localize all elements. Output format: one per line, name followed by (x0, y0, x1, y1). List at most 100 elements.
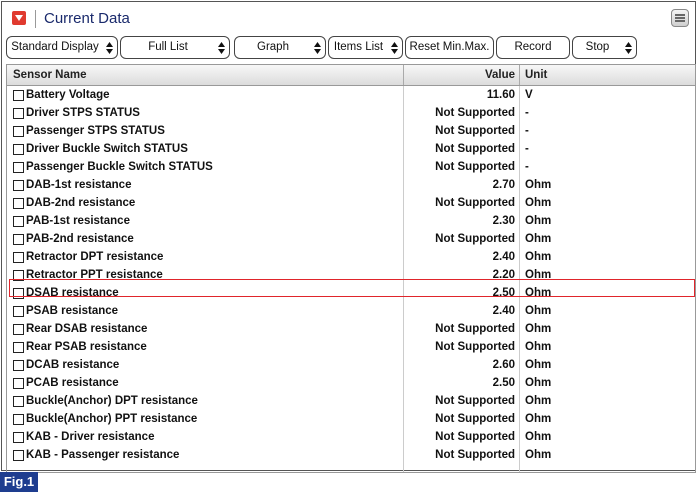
sensor-value: 2.40 (492, 251, 515, 263)
sensor-unit: Ohm (525, 233, 552, 245)
sensor-value: Not Supported (435, 395, 515, 407)
checkbox-icon[interactable] (13, 198, 24, 209)
sensor-name: PCAB resistance (26, 377, 119, 389)
sensor-value: Not Supported (435, 341, 515, 353)
table-row[interactable]: Buckle(Anchor) PPT resistance Not Support… (7, 410, 695, 428)
checkbox-icon[interactable] (13, 108, 24, 119)
checkbox-icon[interactable] (13, 126, 24, 137)
table-row[interactable]: Battery Voltage 11.60 V (7, 86, 695, 104)
sensor-unit: Ohm (525, 431, 552, 443)
table-row[interactable]: PAB-1st resistance 2.30 Ohm (7, 212, 695, 230)
sensor-unit: V (525, 89, 533, 101)
stop-dropdown[interactable]: Stop (572, 36, 637, 59)
figure-label: Fig.1 (0, 472, 38, 492)
checkbox-icon[interactable] (13, 234, 24, 245)
sensor-name: Rear PSAB resistance (26, 341, 147, 353)
checkbox-icon[interactable] (13, 450, 24, 461)
table-row[interactable]: Buckle(Anchor) DPT resistance Not Support… (7, 392, 695, 410)
sensor-value: 2.60 (492, 359, 515, 371)
button-label: Items List (333, 41, 384, 53)
sensor-name: DAB-1st resistance (26, 179, 132, 191)
graph-dropdown[interactable]: Graph (234, 36, 326, 59)
table-row[interactable]: PSAB resistance 2.40 Ohm (7, 302, 695, 320)
sensor-name: Battery Voltage (26, 89, 110, 101)
title-divider (35, 10, 36, 28)
checkbox-icon[interactable] (13, 396, 24, 407)
table-header: Sensor Name Value Unit (7, 65, 695, 86)
checkbox-icon[interactable] (13, 144, 24, 155)
items-list-dropdown[interactable]: Items List (328, 36, 403, 59)
table-row[interactable]: DAB-2nd resistance Not Supported Ohm (7, 194, 695, 212)
checkbox-icon[interactable] (13, 90, 24, 101)
sensor-name: Rear DSAB resistance (26, 323, 148, 335)
sensor-value: 2.40 (492, 305, 515, 317)
standard-display-dropdown[interactable]: Standard Display (6, 36, 118, 59)
table-row[interactable]: Passenger Buckle Switch STATUS Not Suppor… (7, 158, 695, 176)
button-label: Stop (585, 41, 610, 53)
sensor-name: Passenger Buckle Switch STATUS (26, 161, 213, 173)
button-label: Standard Display (11, 41, 99, 53)
full-list-dropdown[interactable]: Full List (120, 36, 230, 59)
sensor-value: Not Supported (435, 125, 515, 137)
sensor-unit: Ohm (525, 179, 552, 191)
checkbox-icon[interactable] (13, 342, 24, 353)
checkbox-icon[interactable] (13, 180, 24, 191)
button-label: Full List (148, 41, 188, 53)
column-divider[interactable] (519, 65, 520, 85)
checkbox-icon[interactable] (13, 252, 24, 263)
toolbar: Standard Display Full List Graph Items L… (6, 36, 696, 60)
record-button[interactable]: Record (496, 36, 570, 59)
updown-arrow-icon (391, 42, 398, 54)
column-header-sensor-name[interactable]: Sensor Name (13, 65, 87, 85)
sensor-value: 11.60 (486, 89, 515, 101)
updown-arrow-icon (106, 42, 113, 54)
sensor-value: Not Supported (435, 431, 515, 443)
table-row[interactable]: KAB - Driver resistance Not Supported Ohm (7, 428, 695, 446)
highlighted-row-frame (9, 279, 695, 297)
column-header-unit[interactable]: Unit (525, 65, 547, 85)
sensor-value: Not Supported (435, 143, 515, 155)
button-label: Reset Min.Max. (409, 41, 490, 53)
column-divider[interactable] (403, 65, 404, 85)
table-row[interactable]: Rear DSAB resistance Not Supported Ohm (7, 320, 695, 338)
table-row[interactable]: Retractor DPT resistance 2.40 Ohm (7, 248, 695, 266)
sensor-unit: - (525, 125, 529, 137)
table-row[interactable]: Driver Buckle Switch STATUS Not Supported… (7, 140, 695, 158)
sensor-value: Not Supported (435, 233, 515, 245)
menu-list-icon[interactable] (671, 9, 689, 27)
sensor-value: Not Supported (435, 107, 515, 119)
sensor-name: PAB-2nd resistance (26, 233, 134, 245)
table-row[interactable]: Passenger STPS STATUS Not Supported - (7, 122, 695, 140)
table-row[interactable]: Driver STPS STATUS Not Supported - (7, 104, 695, 122)
button-label: Graph (257, 41, 289, 53)
table-row[interactable]: Rear PSAB resistance Not Supported Ohm (7, 338, 695, 356)
sensor-unit: Ohm (525, 197, 552, 209)
checkbox-icon[interactable] (13, 360, 24, 371)
table-row[interactable]: DAB-1st resistance 2.70 Ohm (7, 176, 695, 194)
table-row[interactable]: DCAB resistance 2.60 Ohm (7, 356, 695, 374)
checkbox-icon[interactable] (13, 324, 24, 335)
checkbox-icon[interactable] (13, 414, 24, 425)
sensor-unit: - (525, 107, 529, 119)
checkbox-icon[interactable] (13, 216, 24, 227)
reset-min-max-button[interactable]: Reset Min.Max. (405, 36, 494, 59)
sensor-unit: Ohm (525, 215, 552, 227)
sensor-name: Buckle(Anchor) PPT resistance (26, 413, 198, 425)
dropdown-icon[interactable] (12, 11, 26, 25)
table-row[interactable]: PAB-2nd resistance Not Supported Ohm (7, 230, 695, 248)
sensor-value: 2.70 (492, 179, 515, 191)
table-row[interactable]: KAB - Passenger resistance Not Supported O… (7, 446, 695, 464)
sensor-value: Not Supported (435, 197, 515, 209)
table-row[interactable]: PCAB resistance 2.50 Ohm (7, 374, 695, 392)
sensor-unit: Ohm (525, 395, 552, 407)
sensor-name: Buckle(Anchor) DPT resistance (26, 395, 198, 407)
sensor-name: KAB - Driver resistance (26, 431, 155, 443)
title-bar: Current Data (2, 2, 695, 34)
sensor-value: Not Supported (435, 449, 515, 461)
checkbox-icon[interactable] (13, 378, 24, 389)
checkbox-icon[interactable] (13, 162, 24, 173)
checkbox-icon[interactable] (13, 306, 24, 317)
column-header-value[interactable]: Value (405, 65, 515, 85)
sensor-name: KAB - Passenger resistance (26, 449, 180, 461)
checkbox-icon[interactable] (13, 432, 24, 443)
